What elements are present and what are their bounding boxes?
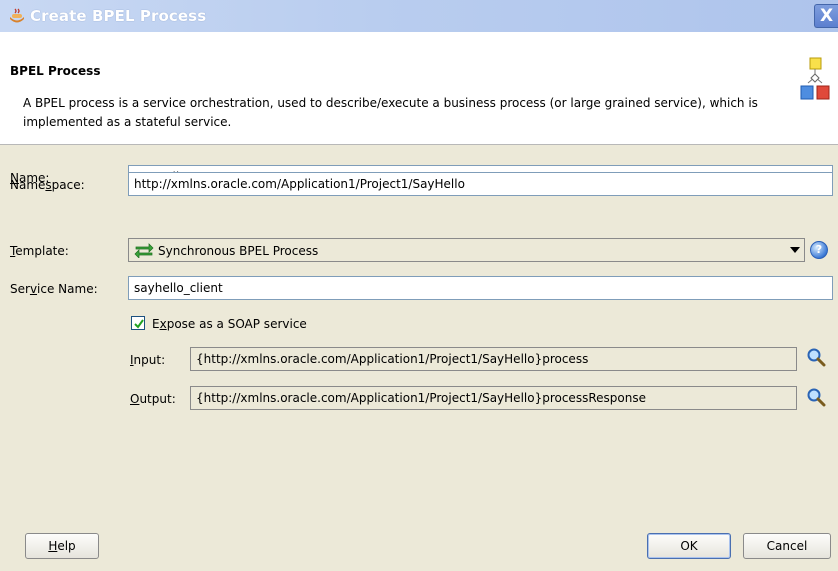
- service-name-field[interactable]: sayhello_client: [128, 276, 833, 300]
- page-description: A BPEL process is a service orchestratio…: [23, 96, 758, 129]
- create-bpel-process-dialog: Create BPEL Process X BPEL Process A BPE…: [0, 0, 838, 571]
- template-label: Template:: [10, 244, 69, 258]
- namespace-label-text: Namespace:: [10, 178, 85, 192]
- close-icon: X: [819, 6, 834, 26]
- cancel-button[interactable]: Cancel: [743, 533, 831, 559]
- input-field[interactable]: {http://xmlns.oracle.com/Application1/Pr…: [190, 347, 797, 371]
- expose-soap-label[interactable]: Expose as a SOAP service: [152, 317, 307, 331]
- chevron-down-icon[interactable]: [790, 247, 800, 253]
- expose-soap-checkbox[interactable]: [131, 316, 145, 330]
- close-button[interactable]: X: [814, 4, 838, 28]
- input-label: Input:: [130, 353, 166, 367]
- output-field[interactable]: {http://xmlns.oracle.com/Application1/Pr…: [190, 386, 797, 410]
- template-select[interactable]: Synchronous BPEL Process: [128, 238, 805, 262]
- namespace-field[interactable]: http://xmlns.oracle.com/Application1/Pro…: [128, 172, 833, 196]
- ok-button[interactable]: OK: [647, 533, 731, 559]
- bpel-process-diagram-icon: [800, 57, 830, 111]
- service-name-label: Service Name:: [10, 282, 98, 296]
- help-button[interactable]: Help: [25, 533, 99, 559]
- header-panel: BPEL Process A BPEL process is a service…: [0, 32, 838, 145]
- search-icon[interactable]: [806, 387, 826, 407]
- output-label: Output:: [130, 392, 176, 406]
- sync-arrows-icon: [134, 242, 154, 259]
- jdeveloper-app-icon: [8, 8, 26, 24]
- template-value: Synchronous BPEL Process: [158, 244, 319, 258]
- title-bar[interactable]: Create BPEL Process X: [0, 0, 838, 32]
- help-icon[interactable]: ?: [810, 241, 828, 259]
- search-icon[interactable]: [806, 347, 826, 367]
- page-heading: BPEL Process: [10, 64, 101, 78]
- checkmark-icon: [134, 319, 144, 329]
- window-title: Create BPEL Process: [30, 7, 207, 25]
